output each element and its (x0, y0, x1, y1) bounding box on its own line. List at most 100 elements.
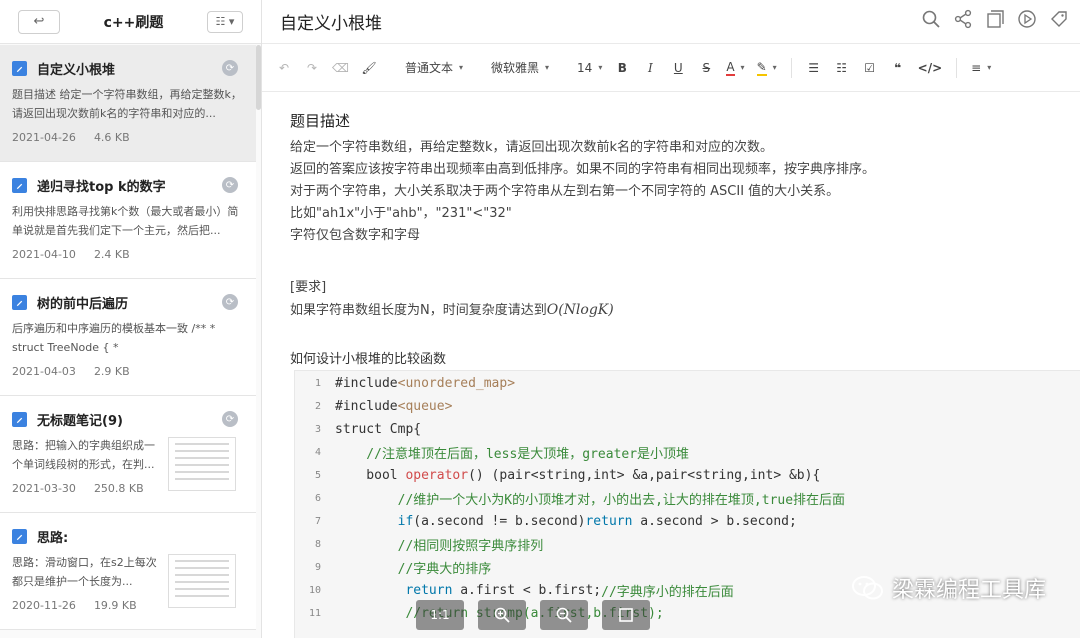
editor-pane: 自定义小根堆 ↶ ↷ ⌫ 🖌 普通文本 ▾ 微软雅黑 ▾ 14 ▾ B I U S A… (262, 0, 1080, 638)
actual-size-button[interactable]: 1:1 (416, 600, 464, 630)
note-size: 19.9 KB (93, 599, 137, 612)
format-toolbar: ↶ ↷ ⌫ 🖌 普通文本 ▾ 微软雅黑 ▾ 14 ▾ B I U S A ▾ ✎ ▾ ☰ … (262, 44, 1080, 92)
paragraph-line: 返回的答案应该按字符串出现频率由高到低排序。如果不同的字符串有相同出现频率，按字… (290, 162, 876, 177)
font-family-select[interactable]: 微软雅黑 ▾ (485, 54, 555, 82)
text-color-button[interactable]: A ▾ (720, 54, 750, 82)
eraser-icon[interactable]: ⌫ (326, 54, 355, 82)
wechat-logo-icon (851, 576, 883, 600)
note-item[interactable]: 递归寻找top k的数字 ⟳ 利用快排思路寻找第k个数（最大或者最小）简单说就是… (0, 162, 256, 279)
strikethrough-button[interactable]: S (692, 54, 720, 82)
code-line: 5 bool operator() (pair<string,int> &a,p… (314, 468, 821, 483)
section-heading: 题目描述 (290, 112, 351, 130)
code-line: 2 #include <queue> (314, 399, 453, 414)
note-item[interactable]: 树的前中后遍历 ⟳ 后序遍历和中序遍历的模板基本一致 /** * struct … (0, 279, 256, 396)
present-icon[interactable] (1016, 8, 1038, 30)
note-date: 2021-04-03 (12, 365, 76, 378)
redo-icon[interactable]: ↷ (298, 54, 326, 82)
highlight-button[interactable]: ✎ ▾ (751, 54, 783, 82)
search-icon[interactable] (920, 8, 942, 30)
note-item[interactable]: 自定义小根堆 ⟳ 题目描述 给定一个字符串数组，再给定整数k，请返回出现次数前k… (0, 45, 256, 162)
code-line: 1 #include <unordered_map> (314, 376, 516, 391)
requirement-label: [要求] (290, 280, 327, 295)
zoom-out-icon[interactable] (540, 600, 588, 630)
zoom-in-icon[interactable] (478, 600, 526, 630)
tag-icon[interactable] (1048, 8, 1070, 30)
document-icon (12, 528, 27, 544)
code-line: 3 struct Cmp{ (314, 422, 422, 437)
document-icon (12, 294, 27, 310)
code-button[interactable]: </> (912, 54, 949, 82)
doc-title[interactable]: 自定义小根堆 (280, 9, 382, 34)
paragraph-style-label: 普通文本 (404, 61, 453, 75)
note-date: 2021-04-10 (12, 248, 76, 261)
note-date: 2020-11-26 (12, 599, 76, 612)
folder-title: c++刷题 (103, 14, 164, 31)
doc-body[interactable]: 题目描述 给定一个字符串数组，再给定整数k，请返回出现次数前k名的字符串和对应的… (290, 110, 1050, 367)
back-button[interactable]: ↩ (18, 9, 60, 34)
text-color-label: A (726, 59, 735, 76)
note-title: 自定义小根堆 (37, 62, 116, 78)
toolbar-divider (790, 57, 792, 78)
paragraph-line: 给定一个字符串数组，再给定整数k，请返回出现次数前k名的字符串和对应的次数。 (290, 140, 774, 155)
italic-button[interactable]: I (636, 54, 664, 82)
align-icon[interactable]: ≡ ▾ (965, 54, 997, 82)
share-icon[interactable] (952, 8, 974, 30)
font-family-label: 微软雅黑 (491, 61, 540, 75)
note-date: 2021-04-26 (12, 131, 76, 144)
requirement-text: 如果字符串数组长度为N，时间复杂度请达到O(NlogK) (290, 299, 1050, 322)
note-title: 无标题笔记(9) (37, 413, 123, 429)
comparator-heading: 如何设计小根堆的比较函数 (290, 352, 447, 367)
fit-screen-icon[interactable] (602, 600, 650, 630)
sidebar-scrollbar[interactable] (256, 45, 261, 110)
note-size: 4.6 KB (93, 131, 130, 144)
note-size: 250.8 KB (93, 482, 144, 495)
sync-icon: ⟳ (222, 411, 238, 427)
numbered-list-icon[interactable]: ☷ (828, 54, 856, 82)
sync-icon: ⟳ (222, 177, 238, 193)
document-icon (12, 60, 27, 76)
note-item[interactable]: 无标题笔记(9) ⟳ 思路：把输入的字典组织成一个单词线段树的形式，在判... … (0, 396, 256, 513)
code-line: 7 if (a.second != b.second) return a.secon… (314, 514, 797, 529)
bullet-list-icon[interactable]: ☰ (800, 54, 828, 82)
sidebar-header: ↩ c++刷题 ☷ ▾ (0, 0, 261, 44)
watermark: 梁霖编程工具库 (851, 572, 1046, 604)
note-snippet: 利用快排思路寻找第k个数（最大或者最小）简单说就是首先我们定下一个主元，然后把.… (12, 205, 239, 237)
complexity-formula: O(NlogK) (546, 302, 614, 318)
document-icon (12, 177, 27, 193)
underline-button[interactable]: U (664, 54, 692, 82)
note-snippet: 后序遍历和中序遍历的模板基本一致 /** * struct TreeNode {… (12, 322, 216, 354)
note-snippet: 思路：滑动窗口，在s2上每次都只是维护一个长度为... (12, 556, 157, 588)
requirement-text-span: 如果字符串数组长度为N，时间复杂度请达到 (290, 303, 547, 318)
paragraph-line: 字符仅包含数字和字母 (290, 228, 421, 243)
font-size-select[interactable]: 14 ▾ (571, 54, 608, 82)
note-snippet: 题目描述 给定一个字符串数组，再给定整数k，请返回出现次数前k名的字符串和对应的… (12, 88, 242, 120)
bold-button[interactable]: B (608, 54, 636, 82)
paragraph-line: 对于两个字符串，大小关系取决于两个字符串从左到右第一个不同字符的 ASCII 值… (290, 184, 840, 199)
paragraph-style-select[interactable]: 普通文本 ▾ (399, 54, 469, 82)
code-line: 11 //return strcmp(a.first,b.first); (308, 606, 664, 621)
note-item[interactable]: 思路: 思路：滑动窗口，在s2上每次都只是维护一个长度为... 2020-11-… (0, 513, 256, 630)
doc-header: 自定义小根堆 (262, 0, 1080, 44)
note-list: 自定义小根堆 ⟳ 题目描述 给定一个字符串数组，再给定整数k，请返回出现次数前k… (0, 45, 256, 630)
quote-button[interactable]: ❝ (884, 54, 912, 82)
format-painter-icon[interactable]: 🖌 (355, 54, 383, 82)
code-line: 6 //维护一个大小为K的小顶堆才对，小的出去,让大的排在堆顶,true排在后面 (314, 493, 846, 508)
highlight-icon: ✎ (756, 59, 767, 76)
sync-icon: ⟳ (222, 294, 238, 310)
sync-icon: ⟳ (222, 60, 238, 76)
font-size-label: 14 (577, 60, 593, 75)
checkbox-icon[interactable]: ☑ (856, 54, 884, 82)
view-mode-button[interactable]: ☷ ▾ (206, 10, 243, 33)
note-thumbnail (168, 554, 236, 608)
toolbar-divider (956, 57, 958, 78)
note-date: 2021-03-30 (12, 482, 76, 495)
code-line: 4 //注意堆顶在后面，less是大顶堆，greater是小顶堆 (314, 447, 690, 462)
split-view-icon[interactable] (984, 8, 1006, 30)
note-snippet: 思路：把输入的字典组织成一个单词线段树的形式，在判... (12, 439, 155, 471)
note-title: 思路: (37, 530, 69, 546)
note-thumbnail (168, 437, 236, 491)
code-line: 8 //相同则按照字典序排列 (314, 539, 544, 554)
note-sidebar: ↩ c++刷题 ☷ ▾ 自定义小根堆 ⟳ 题目描述 给定一个字符串数组，再给定整… (0, 0, 262, 638)
note-size: 2.9 KB (93, 365, 130, 378)
undo-icon[interactable]: ↶ (270, 54, 298, 82)
